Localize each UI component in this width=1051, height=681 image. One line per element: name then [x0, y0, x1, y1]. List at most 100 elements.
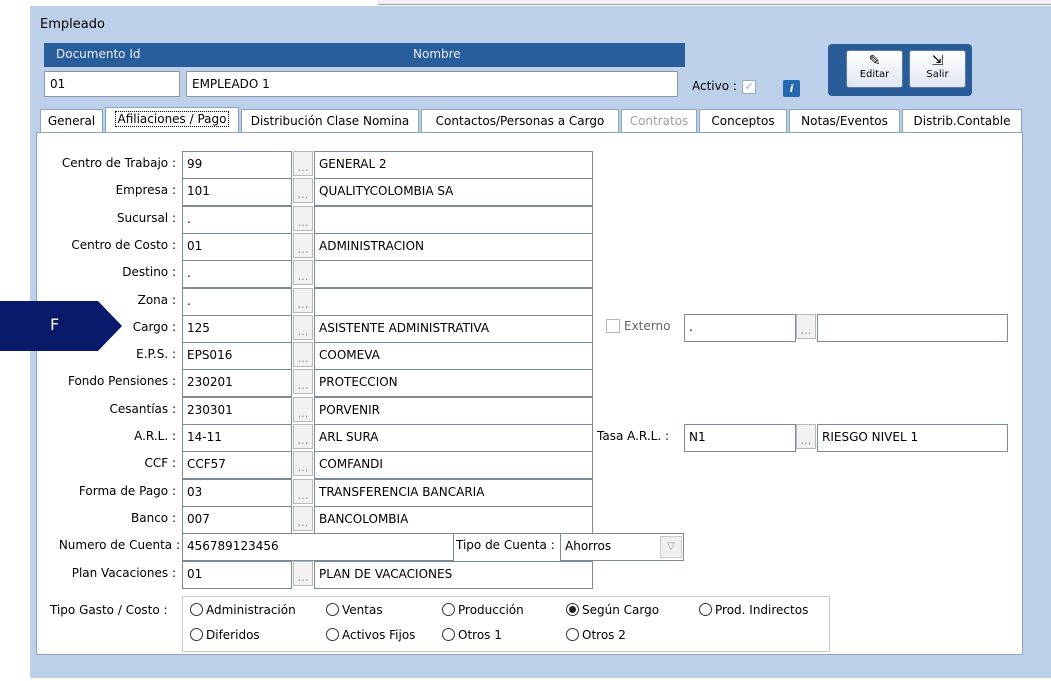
a-r-l-code-field[interactable]: 14-11 [182, 424, 292, 452]
radio-circle[interactable] [699, 603, 712, 616]
tab-afiliaciones-pago[interactable]: Afiliaciones / Pago [105, 107, 239, 134]
centro-de-costo-lookup-button[interactable]: ... [293, 233, 313, 258]
externo-checkbox[interactable] [606, 319, 620, 333]
forma-de-pago-lookup-button[interactable]: ... [293, 479, 313, 504]
externo-lookup-button[interactable]: ... [796, 314, 816, 339]
tab-label: Afiliaciones / Pago [114, 111, 230, 127]
ellipsis-icon: ... [297, 571, 309, 584]
zona-desc-field[interactable] [314, 288, 593, 316]
radio-produccion[interactable]: Producción [442, 603, 524, 617]
tab-notas-eventos[interactable]: Notas/Eventos [789, 109, 900, 133]
ccf-code-field[interactable]: CCF57 [182, 451, 292, 479]
sucursal-label: Sucursal : [116, 211, 176, 225]
tab-contactos[interactable]: Contactos/Personas a Cargo [421, 109, 619, 133]
tab-general[interactable]: General [40, 109, 103, 133]
cargo-lookup-button[interactable]: ... [293, 315, 313, 340]
salir-button[interactable]: ⇲ Salir [909, 50, 966, 88]
radio-circle[interactable] [566, 628, 579, 641]
tab-contratos[interactable]: Contratos [621, 109, 697, 133]
banco-desc-field[interactable]: BANCOLOMBIA [314, 506, 593, 534]
radio-circle[interactable] [442, 628, 455, 641]
ccf-lookup-button[interactable]: ... [293, 451, 313, 476]
radio-circle[interactable] [326, 628, 339, 641]
e-p-s-desc-field[interactable]: COOMEVA [314, 342, 593, 370]
a-r-l-lookup-button[interactable]: ... [293, 424, 313, 449]
radio-segun-cargo[interactable]: Según Cargo [566, 603, 659, 617]
tipo-cuenta-value: Ahorros [565, 539, 612, 553]
tasa-arl-code-field[interactable]: N1 [684, 424, 796, 452]
plan-vacaciones-label: Plan Vacaciones : [71, 566, 176, 580]
numero-cuenta-field[interactable]: 456789123456 [182, 533, 454, 561]
documento-id-label: Documento Id [56, 47, 141, 61]
tab-distribucion-clase-nomina[interactable]: Distribución Clase Nomina [241, 109, 419, 133]
destino-desc-field[interactable] [314, 260, 593, 288]
radio-prod-indirectos[interactable]: Prod. Indirectos [699, 603, 808, 617]
radio-otros-1[interactable]: Otros 1 [442, 628, 502, 642]
documento-id-field[interactable]: 01 [44, 71, 180, 97]
tab-distrib-contable[interactable]: Distrib.Contable [902, 109, 1022, 133]
exit-door-icon: ⇲ [931, 53, 944, 69]
centro-de-trabajo-desc-field[interactable]: GENERAL 2 [314, 151, 593, 179]
banco-lookup-button[interactable]: ... [293, 506, 313, 531]
fondo-pensiones-lookup-button[interactable]: ... [293, 369, 313, 394]
radio-diferidos[interactable]: Diferidos [190, 628, 260, 642]
radio-administracion[interactable]: Administración [190, 603, 296, 617]
editar-button[interactable]: ✎ Editar [846, 50, 903, 88]
radio-circle[interactable] [442, 603, 455, 616]
banco-code-field[interactable]: 007 [182, 506, 292, 534]
destino-lookup-button[interactable]: ... [293, 260, 313, 285]
empresa-code-field[interactable]: 101 [182, 178, 292, 206]
plan-vacaciones-code-field[interactable]: 01 [182, 561, 292, 589]
radio-circle[interactable] [566, 603, 579, 616]
sucursal-code-field[interactable]: . [182, 206, 292, 234]
forma-de-pago-label: Forma de Pago : [78, 484, 176, 498]
fondo-pensiones-code-field[interactable]: 230201 [182, 369, 292, 397]
radio-activos-fijos[interactable]: Activos Fijos [326, 628, 415, 642]
info-icon[interactable]: i [783, 80, 800, 97]
tab-conceptos[interactable]: Conceptos [699, 109, 787, 133]
cargo-desc-field[interactable]: ASISTENTE ADMINISTRATIVA [314, 315, 593, 343]
cesant-as-desc-field[interactable]: PORVENIR [314, 397, 593, 425]
radio-otros-2[interactable]: Otros 2 [566, 628, 626, 642]
radio-ventas[interactable]: Ventas [326, 603, 383, 617]
a-r-l-desc-field[interactable]: ARL SURA [314, 424, 593, 452]
forma-de-pago-desc-field[interactable]: TRANSFERENCIA BANCARIA [314, 479, 593, 507]
e-p-s-code-field[interactable]: EPS016 [182, 342, 292, 370]
ellipsis-icon: ... [297, 325, 309, 338]
sucursal-lookup-button[interactable]: ... [293, 206, 313, 231]
tipo-cuenta-label: Tipo de Cuenta : [456, 538, 555, 552]
tipo-cuenta-select[interactable]: Ahorros ▽ [560, 533, 684, 561]
cargo-code-field[interactable]: 125 [182, 315, 292, 343]
empresa-desc-field[interactable]: QUALITYCOLOMBIA SA [314, 178, 593, 206]
fondo-pensiones-desc-field[interactable]: PROTECCION [314, 369, 593, 397]
externo-desc-field[interactable] [817, 314, 1008, 342]
forma-de-pago-code-field[interactable]: 03 [182, 479, 292, 507]
centro-de-costo-desc-field[interactable]: ADMINISTRACION [314, 233, 593, 261]
ellipsis-icon: ... [800, 434, 812, 447]
empresa-lookup-button[interactable]: ... [293, 178, 313, 203]
radio-circle[interactable] [326, 603, 339, 616]
cesant-as-code-field[interactable]: 230301 [182, 397, 292, 425]
plan-vacaciones-desc-field[interactable]: PLAN DE VACACIONES [314, 561, 593, 589]
externo-code-field[interactable]: . [684, 314, 796, 342]
tasa-arl-desc-field[interactable]: RIESGO NIVEL 1 [817, 424, 1008, 452]
ellipsis-icon: ... [297, 461, 309, 474]
destino-code-field[interactable]: . [182, 260, 292, 288]
e-p-s-lookup-button[interactable]: ... [293, 342, 313, 367]
radio-circle[interactable] [190, 603, 203, 616]
radio-circle[interactable] [190, 628, 203, 641]
chevron-down-icon[interactable]: ▽ [660, 536, 682, 558]
tasa-arl-lookup-button[interactable]: ... [796, 424, 816, 449]
cesant-as-lookup-button[interactable]: ... [293, 397, 313, 422]
centro-de-trabajo-lookup-button[interactable]: ... [293, 151, 313, 176]
radio-label: Diferidos [206, 628, 260, 642]
ccf-desc-field[interactable]: COMFANDI [314, 451, 593, 479]
activo-checkbox[interactable]: ✓ [742, 80, 756, 94]
centro-de-trabajo-code-field[interactable]: 99 [182, 151, 292, 179]
zona-code-field[interactable]: . [182, 288, 292, 316]
centro-de-costo-code-field[interactable]: 01 [182, 233, 292, 261]
nombre-field[interactable]: EMPLEADO 1 [186, 71, 678, 97]
plan-vacaciones-lookup-button[interactable]: ... [293, 561, 313, 586]
sucursal-desc-field[interactable] [314, 206, 593, 234]
zona-lookup-button[interactable]: ... [293, 288, 313, 313]
